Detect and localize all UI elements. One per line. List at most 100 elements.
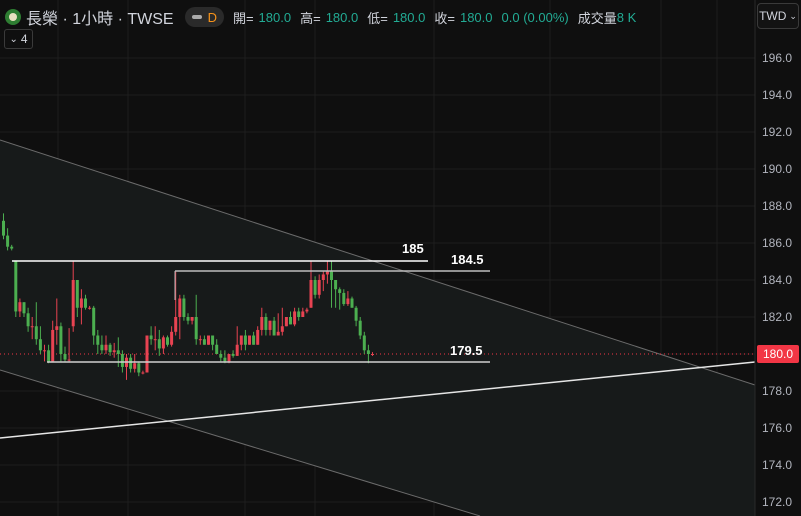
candle-body: [137, 363, 141, 373]
candle-body: [293, 311, 297, 325]
candle-body: [170, 331, 174, 345]
indicators-toggle-button[interactable]: ⌄ 4: [4, 29, 33, 49]
candle-body: [14, 261, 18, 312]
candle-body: [289, 317, 292, 325]
open-label: 開=: [232, 10, 254, 26]
candle-body: [334, 280, 338, 290]
candle-body: [366, 350, 370, 354]
candle-body: [215, 344, 219, 354]
minus-icon: [191, 15, 202, 19]
candle-body: [51, 329, 55, 362]
candle-body: [63, 354, 67, 360]
candle-body: [350, 298, 354, 308]
price-axis-label: 176.0: [762, 421, 793, 435]
candle: [145, 335, 149, 373]
candle-body: [284, 317, 288, 327]
candle-body: [75, 280, 79, 308]
candle-body: [112, 350, 116, 353]
close-value: 180.0: [459, 9, 493, 25]
candle-body: [248, 335, 251, 345]
candle-body: [108, 344, 112, 353]
candle-body: [92, 307, 96, 336]
candle-body: [252, 335, 256, 345]
candle-body: [202, 339, 206, 345]
candle: [284, 317, 288, 327]
price-axis-label: 186.0: [762, 236, 793, 250]
symbol-title[interactable]: 長榮 · 1小時 · TWSE: [26, 5, 174, 29]
candle-body: [231, 354, 235, 356]
chevron-down-icon: ⌄: [789, 10, 797, 21]
price-axis-label: 178.0: [762, 384, 793, 398]
currency-label: TWD: [759, 9, 787, 23]
indicators-count: 4: [20, 32, 28, 46]
candle-body: [305, 309, 309, 312]
candle-body: [161, 337, 165, 349]
candle-body: [362, 335, 366, 351]
price-axis-label: 194.0: [762, 88, 793, 102]
candle-body: [34, 326, 38, 340]
candle-body: [100, 344, 104, 351]
legend-header: 長榮 · 1小時 · TWSE D 開= 180.0 高= 180.0 低= 180.…: [5, 5, 640, 29]
candle-body: [317, 280, 321, 295]
market-status-pill[interactable]: D: [184, 7, 224, 27]
high-value: 180.0: [325, 9, 359, 25]
candle-body: [153, 339, 157, 341]
candle-body: [157, 339, 161, 349]
price-axis-label: 190.0: [762, 162, 793, 176]
currency-button[interactable]: TWD ⌄: [757, 3, 799, 29]
candle-body: [26, 313, 30, 327]
candle-body: [256, 329, 260, 345]
candle-body: [30, 326, 34, 328]
candle-body: [59, 326, 63, 354]
candle-body: [223, 357, 227, 362]
price-axis-label: 188.0: [762, 199, 793, 213]
chart-canvas[interactable]: [0, 0, 801, 516]
candle-body: [321, 274, 325, 280]
candle-body: [346, 298, 350, 305]
candle-body: [88, 307, 92, 309]
candle-body: [276, 331, 280, 336]
candle-body: [38, 339, 42, 351]
candle-body: [190, 317, 194, 321]
symbol-logo-icon: [5, 9, 21, 25]
price-axis-label: 172.0: [762, 495, 793, 509]
candle-body: [22, 302, 26, 314]
price-axis-label: 182.0: [762, 310, 793, 324]
candle: [182, 294, 186, 321]
candle-body: [186, 317, 190, 321]
candle-body: [2, 220, 5, 236]
candle-body: [297, 311, 301, 317]
candle-body: [301, 311, 305, 317]
candle-body: [96, 335, 100, 345]
candle-body: [116, 350, 120, 354]
price-axis-label: 174.0: [762, 458, 793, 472]
candle-body: [67, 359, 71, 361]
candle-body: [145, 335, 149, 373]
candle-body: [338, 289, 342, 293]
candle-body: [10, 246, 14, 249]
candle-body: [149, 335, 153, 340]
volume-value: 8 K: [616, 9, 637, 25]
candle-body: [178, 298, 182, 317]
candle-body: [358, 320, 362, 336]
candle-body: [268, 320, 272, 330]
candle-body: [219, 354, 223, 358]
change-value: 0.0 (0.00%): [501, 9, 569, 25]
price-axis-label: 184.0: [762, 273, 793, 287]
price-axis-label: 196.0: [762, 51, 793, 65]
candle-body: [174, 317, 178, 332]
candle-body: [71, 280, 75, 327]
candle-body: [18, 302, 22, 312]
candle-body: [84, 298, 87, 308]
candle-body: [141, 372, 145, 374]
candle-body: [354, 307, 358, 321]
candle-body: [55, 326, 59, 330]
candle-body: [43, 350, 46, 352]
candle-body: [182, 298, 186, 317]
open-value: 180.0: [258, 9, 292, 25]
candle-body: [133, 363, 137, 369]
candle-body: [239, 335, 243, 345]
current-price-tag: 180.0: [757, 345, 799, 363]
candle-body: [129, 357, 133, 369]
candle-body: [309, 280, 313, 308]
